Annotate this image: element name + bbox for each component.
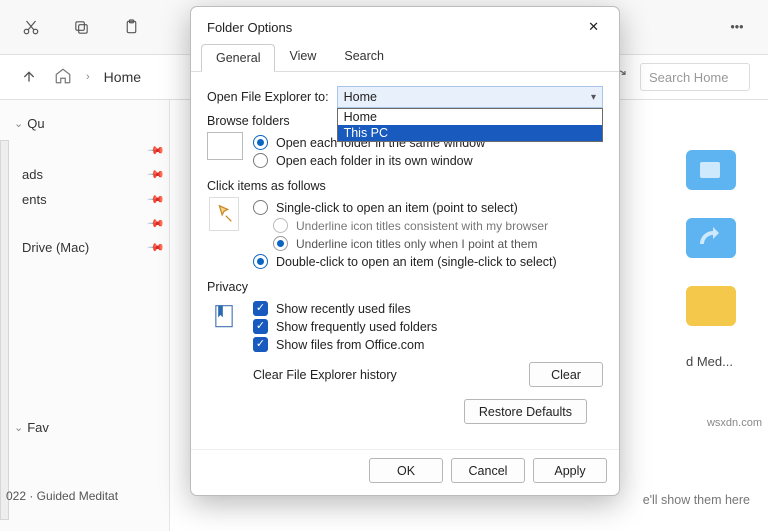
chevron-down-icon: ⌄ <box>14 421 23 434</box>
dialog-title: Folder Options <box>207 20 292 35</box>
dropdown-option-home[interactable]: Home <box>338 109 602 125</box>
label: Double-click to open an item (single-cli… <box>276 255 557 269</box>
pin-icon: 📌 <box>147 190 166 209</box>
paste-icon[interactable] <box>120 16 142 38</box>
tab-view[interactable]: View <box>275 43 330 71</box>
folder-item[interactable] <box>686 150 736 190</box>
click-icon <box>209 197 239 231</box>
label: Show files from Office.com <box>276 338 424 352</box>
folder-preview-icon <box>207 132 243 160</box>
cut-icon[interactable] <box>20 16 42 38</box>
open-explorer-combo[interactable]: Home ▾ Home This PC <box>337 86 603 108</box>
pin-icon: 📌 <box>147 165 166 184</box>
pin-icon: 📌 <box>147 238 166 257</box>
footer-left-text: 022 · Guided Meditat <box>6 489 118 503</box>
breadcrumb[interactable]: Home <box>104 69 141 85</box>
pin-icon: 📌 <box>147 141 166 160</box>
home-icon <box>54 67 72 88</box>
folder-label: d Med... <box>686 354 736 369</box>
sidebar-item[interactable]: 📌 <box>4 212 163 235</box>
close-button[interactable]: ✕ <box>582 17 605 37</box>
sidebar-item[interactable]: Drive (Mac)📌 <box>4 235 163 260</box>
sidebar-item[interactable]: 📌 <box>4 139 163 162</box>
privacy-title: Privacy <box>207 280 603 294</box>
label: Open each folder in its own window <box>276 154 473 168</box>
copy-icon[interactable] <box>70 16 92 38</box>
tab-bar: General View Search <box>191 43 619 72</box>
sidebar-group-fav[interactable]: ⌄Fav <box>14 420 163 435</box>
folder-item[interactable] <box>686 286 736 326</box>
clear-button[interactable]: Clear <box>529 362 603 387</box>
scrollbar[interactable] <box>0 140 9 520</box>
radio-single-click[interactable] <box>253 200 268 215</box>
folder-options-dialog: Folder Options ✕ General View Search Ope… <box>190 6 620 496</box>
sidebar-group-quick[interactable]: ⌄Qu <box>14 116 163 131</box>
radio-own-window[interactable] <box>253 153 268 168</box>
tab-general[interactable]: General <box>201 44 275 72</box>
label: Show frequently used folders <box>276 320 437 334</box>
more-icon[interactable]: ••• <box>726 16 748 38</box>
sidebar-item[interactable]: ents📌 <box>4 187 163 212</box>
clear-history-label: Clear File Explorer history <box>253 368 397 382</box>
sidebar-item[interactable]: ads📌 <box>4 162 163 187</box>
chevron-down-icon: ⌄ <box>14 117 23 130</box>
cancel-button[interactable]: Cancel <box>451 458 525 483</box>
radio-underline-point <box>273 236 288 251</box>
folder-item[interactable] <box>686 218 736 258</box>
label: Underline icon titles only when I point … <box>296 237 537 251</box>
apply-button[interactable]: Apply <box>533 458 607 483</box>
restore-defaults-button[interactable]: Restore Defaults <box>464 399 587 424</box>
combo-value: Home <box>344 90 377 104</box>
dropdown-option-thispc[interactable]: This PC <box>338 125 602 141</box>
check-office-files[interactable] <box>253 337 268 352</box>
label: Single-click to open an item (point to s… <box>276 201 518 215</box>
sidebar: ⌄Qu 📌 ads📌 ents📌 📌 Drive (Mac)📌 ⌄Fav <box>0 100 170 531</box>
pin-icon: 📌 <box>147 214 166 233</box>
footer-right-text: e'll show them here <box>643 493 750 507</box>
radio-same-window[interactable] <box>253 135 268 150</box>
check-recent-files[interactable] <box>253 301 268 316</box>
combo-dropdown: Home This PC <box>337 108 603 142</box>
privacy-icon <box>208 298 240 332</box>
click-items-title: Click items as follows <box>207 179 603 193</box>
radio-double-click[interactable] <box>253 254 268 269</box>
up-icon[interactable] <box>18 66 40 88</box>
label: Show recently used files <box>276 302 411 316</box>
ok-button[interactable]: OK <box>369 458 443 483</box>
search-input[interactable]: Search Home <box>640 63 750 91</box>
chevron-right-icon: › <box>86 71 90 83</box>
label: Underline icon titles consistent with my… <box>296 219 548 233</box>
chevron-down-icon: ▾ <box>591 92 596 103</box>
watermark: wsxdn.com <box>707 417 762 429</box>
radio-underline-browser <box>273 218 288 233</box>
open-explorer-label: Open File Explorer to: <box>207 90 329 104</box>
check-frequent-folders[interactable] <box>253 319 268 334</box>
tab-search[interactable]: Search <box>330 43 398 71</box>
